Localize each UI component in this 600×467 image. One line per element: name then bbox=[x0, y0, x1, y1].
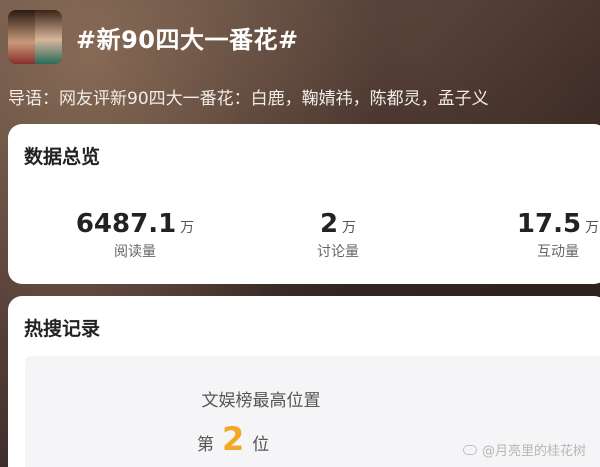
stat-interactions-value: 17.5 bbox=[516, 209, 582, 239]
chat-bubble-icon bbox=[462, 444, 477, 455]
stat-discussions-label: 讨论量 bbox=[317, 244, 359, 260]
stat-reads: 6487.1 万 阅读量 bbox=[76, 209, 194, 261]
stat-discussions: 2 万 讨论量 bbox=[298, 209, 378, 261]
avatar-image-left bbox=[8, 10, 35, 64]
topic-title: #新90四大一番花# bbox=[76, 25, 299, 54]
topic-header: #新90四大一番花# bbox=[8, 8, 299, 66]
stat-reads-unit: 万 bbox=[180, 220, 195, 236]
best-position-rank: 第 2 位 bbox=[197, 420, 269, 458]
watermark: @月亮里的桂花树 bbox=[462, 440, 586, 459]
rank-value: 2 bbox=[222, 420, 245, 458]
topic-avatar[interactable] bbox=[8, 10, 62, 64]
stat-interactions-unit: 万 bbox=[585, 220, 600, 236]
topic-intro: 导语：网友评新90四大一番花：白鹿，鞠婧祎，陈都灵，孟子义 bbox=[8, 89, 489, 109]
stat-discussions-value: 2 bbox=[319, 209, 339, 239]
best-position-label: 文娱榜最高位置 bbox=[201, 391, 321, 411]
avatar-image-right bbox=[35, 10, 62, 64]
watermark-text: @月亮里的桂花树 bbox=[481, 444, 586, 459]
rank-suffix: 位 bbox=[252, 435, 270, 455]
hot-search-title: 热搜记录 bbox=[24, 318, 101, 340]
stat-reads-value: 6487.1 bbox=[75, 209, 177, 239]
data-overview-card: 数据总览 6487.1 万 阅读量 2 万 讨论量 17.5 万 互动量 bbox=[8, 124, 600, 284]
overview-title: 数据总览 bbox=[24, 146, 101, 168]
stat-interactions-label: 互动量 bbox=[537, 244, 579, 260]
stat-interactions: 17.5 万 互动量 bbox=[513, 209, 600, 261]
stat-discussions-unit: 万 bbox=[342, 220, 357, 236]
stat-reads-label: 阅读量 bbox=[114, 244, 156, 260]
rank-prefix: 第 bbox=[197, 435, 214, 455]
